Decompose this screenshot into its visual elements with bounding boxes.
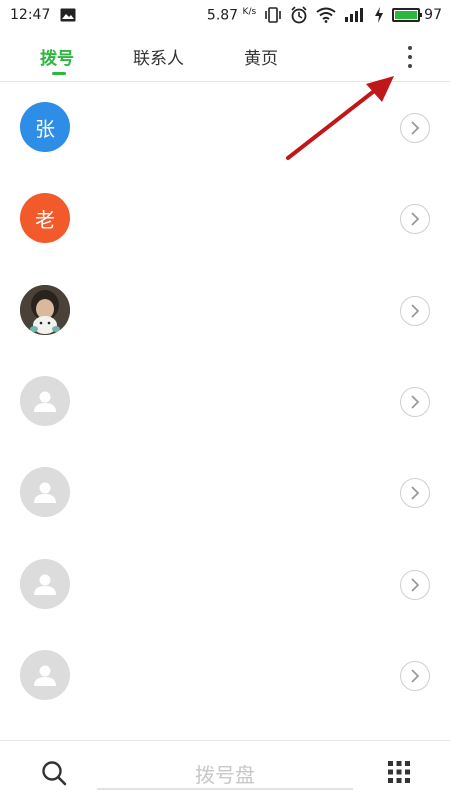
battery-icon xyxy=(392,8,423,22)
active-tab-indicator xyxy=(52,72,66,75)
call-log-row[interactable]: 张 xyxy=(0,82,450,173)
call-log-row[interactable] xyxy=(0,447,450,538)
dialpad-grid-icon[interactable] xyxy=(386,759,412,785)
call-log-row[interactable] xyxy=(0,630,450,721)
battery-level: 97 xyxy=(424,7,442,23)
alarm-icon xyxy=(290,6,308,24)
call-log-row[interactable] xyxy=(0,265,450,356)
bottom-bar: 拨号盘 xyxy=(0,740,450,800)
signal-icon xyxy=(344,8,366,22)
tab-yellow-pages[interactable]: 黄页 xyxy=(244,44,278,69)
charging-icon xyxy=(374,7,384,23)
call-log-row[interactable]: 老 xyxy=(0,173,450,264)
call-log-row[interactable] xyxy=(0,539,450,630)
details-button[interactable] xyxy=(400,204,430,234)
details-button[interactable] xyxy=(400,296,430,326)
tab-dial[interactable]: 拨号 xyxy=(40,44,74,69)
chevron-right-icon xyxy=(411,121,420,135)
details-button[interactable] xyxy=(400,387,430,417)
network-speed: 5.87 K/s xyxy=(206,6,257,24)
vibrate-icon xyxy=(264,7,282,23)
status-bar: 12:47 5.87 K/s 97 xyxy=(0,0,450,30)
wifi-icon xyxy=(316,7,336,23)
chevron-right-icon xyxy=(411,669,420,683)
details-button[interactable] xyxy=(400,570,430,600)
status-time: 12:47 xyxy=(10,7,51,23)
details-button[interactable] xyxy=(400,113,430,143)
contact-avatar: 张 xyxy=(20,102,70,152)
chevron-right-icon xyxy=(411,304,420,318)
default-avatar-icon xyxy=(20,650,70,700)
more-options-button[interactable] xyxy=(400,42,420,72)
chevron-right-icon xyxy=(411,212,420,226)
chevron-right-icon xyxy=(411,578,420,592)
dialpad-underline xyxy=(97,788,353,790)
call-log-row[interactable] xyxy=(0,356,450,447)
contact-avatar: 老 xyxy=(20,193,70,243)
chevron-right-icon xyxy=(411,486,420,500)
details-button[interactable] xyxy=(400,478,430,508)
more-vertical-icon xyxy=(408,46,412,50)
contact-photo-avatar xyxy=(20,285,70,335)
details-button[interactable] xyxy=(400,661,430,691)
tab-contacts[interactable]: 联系人 xyxy=(133,44,184,69)
default-avatar-icon xyxy=(20,559,70,609)
image-notification-icon xyxy=(60,8,76,22)
chevron-right-icon xyxy=(411,395,420,409)
default-avatar-icon xyxy=(20,467,70,517)
dialpad-label[interactable]: 拨号盘 xyxy=(0,759,450,788)
default-avatar-icon xyxy=(20,376,70,426)
tab-bar: 拨号 联系人 黄页 xyxy=(0,30,450,82)
battery-indicator: 97 xyxy=(392,7,442,23)
